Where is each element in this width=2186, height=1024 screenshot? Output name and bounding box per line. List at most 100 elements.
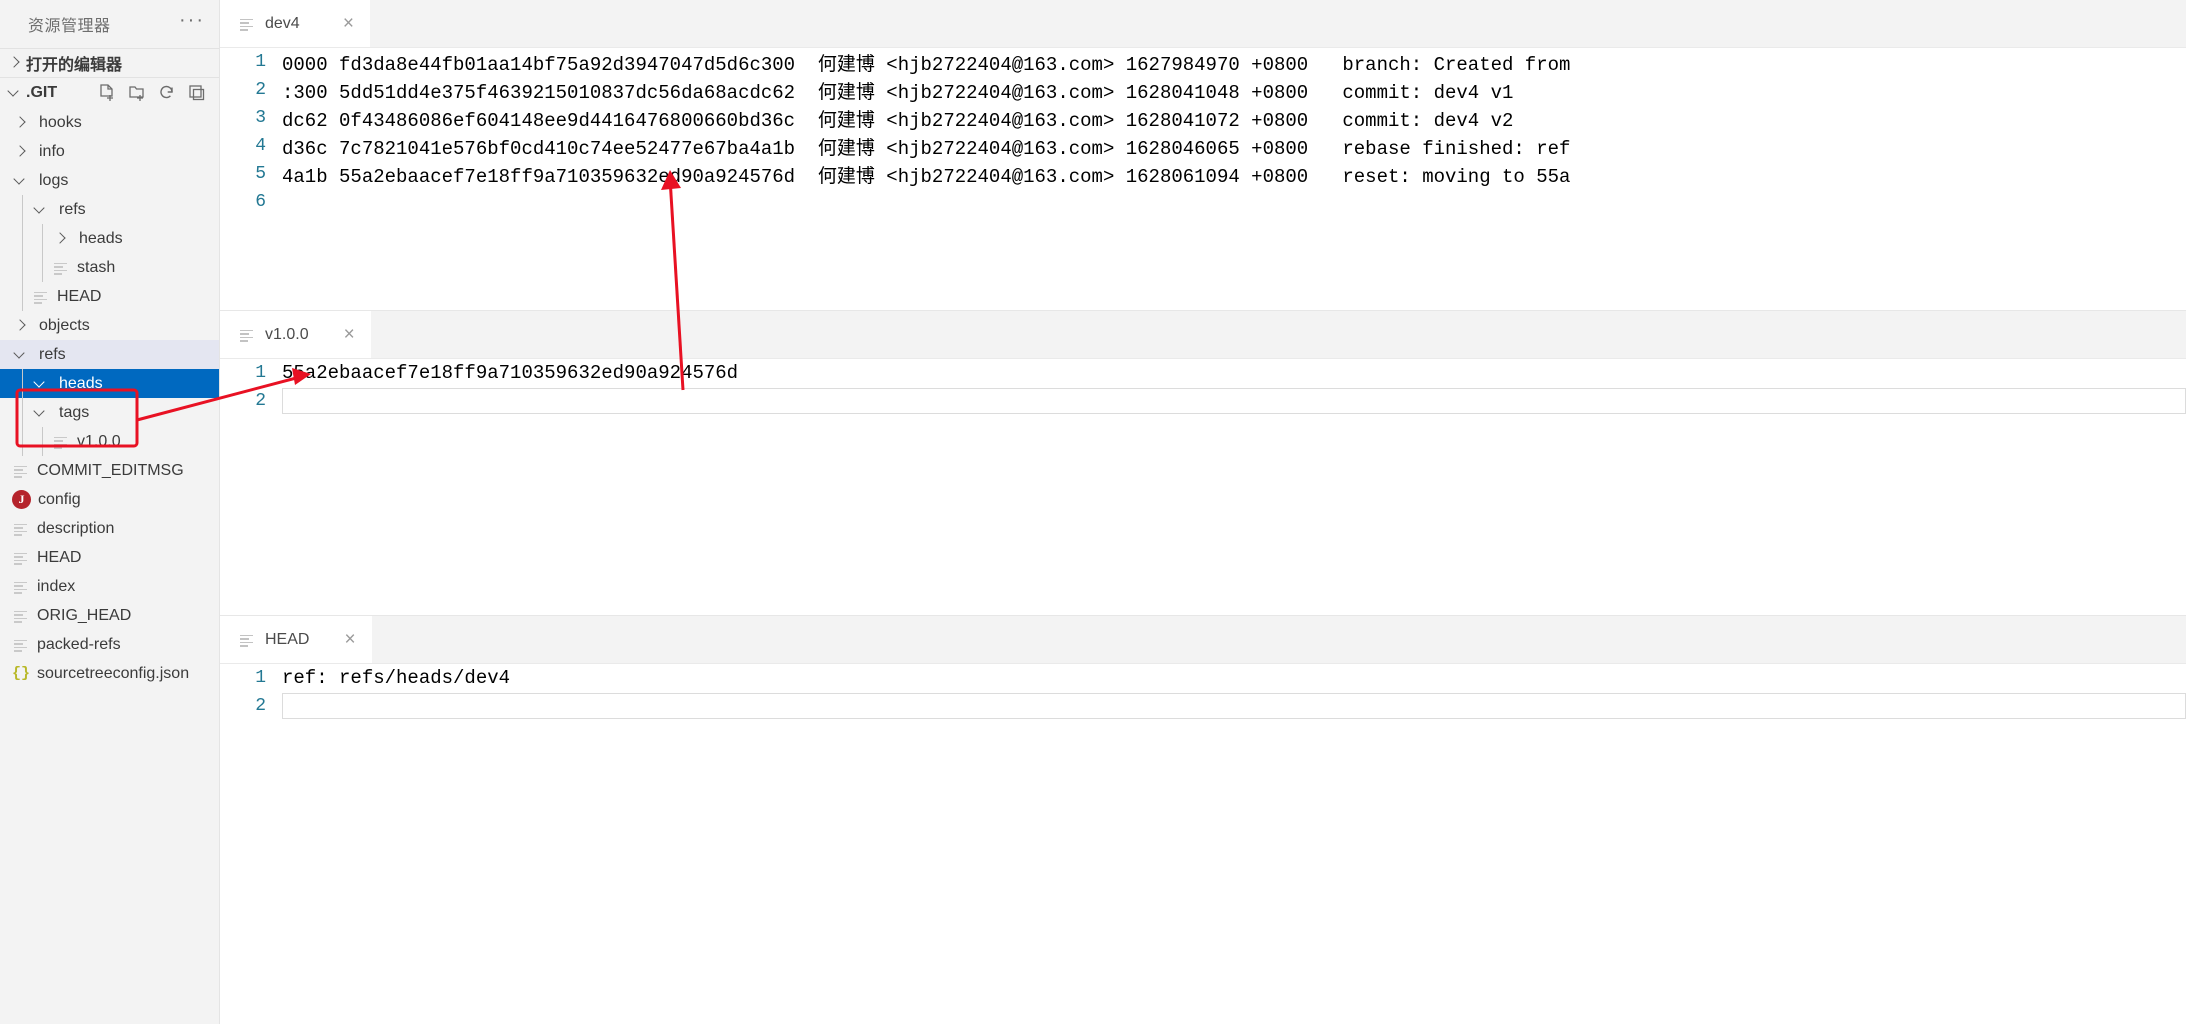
sidebar-item-label: sourcetreeconfig.json [37,665,190,682]
file-icon [52,259,70,277]
chevron-down-icon[interactable] [32,404,50,422]
tab-head[interactable]: HEAD × [220,616,372,663]
sidebar-item-heads[interactable]: heads [0,369,219,398]
chevron-right-icon[interactable] [12,317,30,335]
sidebar-item-packed-refs[interactable]: packed-refs [0,630,219,659]
sidebar-root-git[interactable]: .GIT [0,78,219,108]
sidebar-item-objects[interactable]: objects [0,311,219,340]
chevron-right-icon[interactable] [52,230,70,248]
sidebar-item-heads[interactable]: heads [0,224,219,253]
sidebar-item-orig-head[interactable]: ORIG_HEAD [0,601,219,630]
sidebar-item-label: refs [59,201,86,218]
explorer-title: 资源管理器 [28,18,111,35]
tab-label: v1.0.0 [265,325,309,343]
vscode-window: 资源管理器 ··· 打开的编辑器 .GIT hooks info logs re… [0,0,2186,1024]
tree-indent-guide [22,398,23,427]
chevron-down-icon[interactable] [32,201,50,219]
file-icon [12,636,30,654]
tab-dev4[interactable]: dev4 × [220,0,370,47]
chevron-right-icon[interactable] [12,114,30,132]
refresh-icon[interactable] [157,83,177,103]
cjk-text: 何建博 [817,108,875,131]
active-line-box [282,693,2186,719]
open-editors-label: 打开的编辑器 [26,57,123,74]
collapse-all-icon[interactable] [187,83,207,103]
editor-pane-v100: v1.0.0 × 1 55a2ebaacef7e18ff9a710359632ed… [220,310,2186,615]
editor-content-dev4[interactable]: 1 0000 fd3da8e44fb01aa14bf75a92d3947047d5… [220,48,2186,310]
chevron-down-icon [6,84,24,102]
sidebar-item-label: v1.0.0 [77,433,121,450]
tree-indent-guide [22,427,23,456]
json-file-icon: {} [12,664,31,682]
sidebar-item-tags[interactable]: tags [0,398,219,427]
close-icon[interactable]: × [318,630,355,649]
code-text: d36c 7c7821041e576bf0cd410c74ee52477e67b… [282,136,1571,160]
chevron-right-icon [6,54,24,72]
line-number: 6 [255,192,266,212]
file-tree: hooks info logs refs heads stash HEAD objects re… [0,108,219,688]
line-number: 3 [255,108,266,128]
sidebar-item-refs[interactable]: refs [0,195,219,224]
sidebar-item-v1-0-0[interactable]: v1.0.0 [0,427,219,456]
cjk-text: 何建博 [817,80,875,103]
sidebar-item-index[interactable]: index [0,572,219,601]
more-actions-icon[interactable]: ··· [179,10,205,33]
line-number: 1 [255,52,266,72]
sidebar-item-label: index [37,578,76,595]
code-line: 6 [220,188,2186,216]
tabbar-head: HEAD × [220,616,2186,664]
close-icon[interactable]: × [318,325,355,344]
sidebar-section-open-editors[interactable]: 打开的编辑器 [0,48,219,78]
explorer-title-bar: 资源管理器 ··· [0,0,219,48]
code-line: 3 dc62 0f43486086ef604148ee9d441647680066… [220,104,2186,132]
sidebar-item-label: description [37,520,115,537]
file-icon [238,15,256,33]
code-line: 2:300 5dd51dd4e375f4639215010837dc56da68… [220,76,2186,104]
code-line: 1 55a2ebaacef7e18ff9a710359632ed90a924576… [220,359,2186,387]
sidebar-item-head[interactable]: HEAD [0,282,219,311]
tree-indent-guide [22,224,23,253]
sidebar-item-sourcetreeconfig-json[interactable]: {} sourcetreeconfig.json [0,659,219,688]
close-icon[interactable]: × [317,14,354,33]
editor-content-v100[interactable]: 1 55a2ebaacef7e18ff9a710359632ed90a924576… [220,359,2186,615]
tabbar-v100: v1.0.0 × [220,311,2186,359]
editor-group-stack: dev4 × 1 0000 fd3da8e44fb01aa14bf75a92d39… [220,0,2186,1024]
code-line: 1 ref: refs/heads/dev4 [220,664,2186,692]
tree-indent-guide [22,253,23,282]
sidebar-item-label: config [38,491,81,508]
tab-v1-0-0[interactable]: v1.0.0 × [220,311,371,358]
sidebar-item-label: HEAD [57,288,102,305]
chevron-right-icon[interactable] [12,143,30,161]
tabbar-dev4: dev4 × [220,0,2186,48]
code-text: :300 5dd51dd4e375f4639215010837dc56da68a… [282,80,1514,104]
file-icon [12,462,30,480]
code-text: 0000 fd3da8e44fb01aa14bf75a92d3947047d5d… [282,52,1571,76]
chevron-down-icon[interactable] [12,346,30,364]
sidebar-item-commit-editmsg[interactable]: COMMIT_EDITMSG [0,456,219,485]
sidebar-item-label: ORIG_HEAD [37,607,132,624]
chevron-down-icon[interactable] [12,172,30,190]
new-folder-icon[interactable] [127,83,147,103]
sidebar-item-label: tags [59,404,90,421]
config-file-icon: J [12,490,31,509]
sidebar-item-info[interactable]: info [0,137,219,166]
new-file-icon[interactable] [97,83,117,103]
sidebar-item-head[interactable]: HEAD [0,543,219,572]
sidebar-item-label: stash [77,259,116,276]
tree-indent-guide [22,282,23,311]
chevron-down-icon[interactable] [32,375,50,393]
sidebar-item-refs[interactable]: refs [0,340,219,369]
sidebar-item-label: refs [39,346,66,363]
sidebar-item-hooks[interactable]: hooks [0,108,219,137]
sidebar-item-stash[interactable]: stash [0,253,219,282]
editor-content-head[interactable]: 1 ref: refs/heads/dev4 2 [220,664,2186,1024]
sidebar-item-config[interactable]: Jconfig [0,485,219,514]
code-line: 1 0000 fd3da8e44fb01aa14bf75a92d3947047d5… [220,48,2186,76]
sidebar-item-label: info [39,143,65,160]
tab-label: dev4 [265,14,300,32]
file-icon [52,433,70,451]
sidebar-item-label: HEAD [37,549,82,566]
sidebar-item-description[interactable]: description [0,514,219,543]
file-icon [12,607,30,625]
sidebar-item-logs[interactable]: logs [0,166,219,195]
